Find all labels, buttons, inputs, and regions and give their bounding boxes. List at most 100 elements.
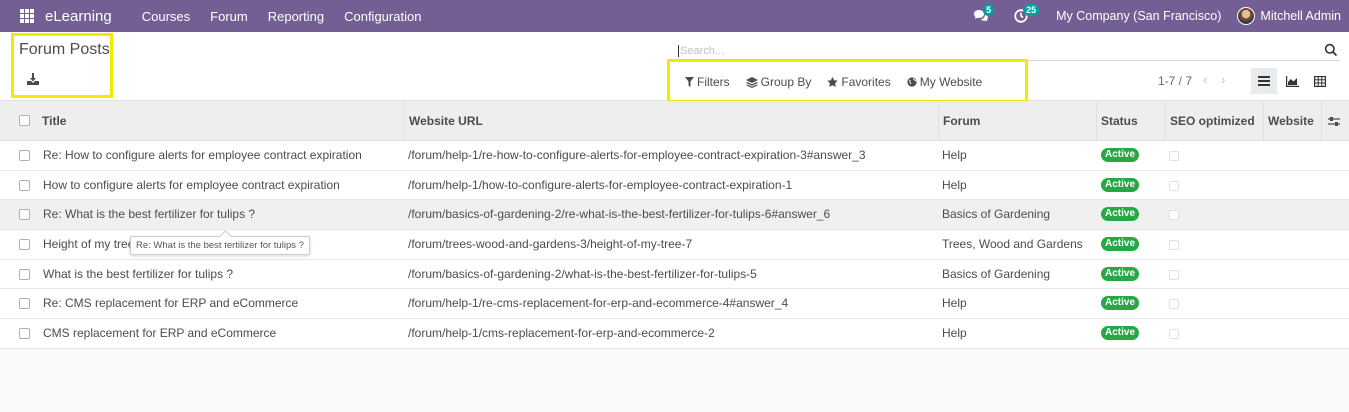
user-menu[interactable]: Mitchell Admin <box>1237 7 1341 25</box>
page-title: Forum Posts <box>19 41 110 58</box>
row-forum: Help <box>942 177 967 192</box>
row-forum: Help <box>942 296 967 311</box>
menu-forum[interactable]: Forum <box>210 9 248 24</box>
row-website-url: /forum/help-1/re-how-to-configure-alerts… <box>408 148 866 162</box>
table-row[interactable]: Re: How to configure alerts for employee… <box>0 141 1349 171</box>
status-badge: Active <box>1101 296 1140 311</box>
list-icon <box>1258 76 1270 86</box>
my-website-button[interactable]: My Website <box>907 75 982 89</box>
menu-reporting[interactable]: Reporting <box>268 9 324 24</box>
optional-columns-toggle[interactable] <box>1321 101 1349 141</box>
status-badge: Active <box>1101 326 1140 341</box>
status-badge: Active <box>1101 148 1140 162</box>
row-title: Re: How to configure alerts for employee… <box>43 148 362 162</box>
favorites-label: Favorites <box>841 75 891 89</box>
list-view-button[interactable] <box>1251 68 1277 94</box>
row-checkbox[interactable] <box>19 179 30 191</box>
row-website-url: /forum/basics-of-gardening-2/what-is-the… <box>408 266 757 281</box>
activities-button[interactable]: 25 <box>1006 0 1040 32</box>
row-forum: Help <box>942 148 967 162</box>
seo-optimized-checkbox <box>1169 210 1179 221</box>
row-checkbox[interactable] <box>19 298 30 310</box>
row-forum: Help <box>942 326 967 341</box>
star-icon <box>827 77 839 87</box>
row-checkbox[interactable] <box>19 239 30 251</box>
table-row[interactable]: How to configure alerts for employee con… <box>0 170 1349 201</box>
layers-icon <box>745 76 758 88</box>
graph-view-button[interactable] <box>1279 68 1305 94</box>
funnel-icon <box>685 77 694 87</box>
search-bar <box>678 41 1340 61</box>
seo-optimized-checkbox <box>1169 269 1179 280</box>
messages-button[interactable]: 5 <box>966 0 996 32</box>
seo-optimized-checkbox <box>1169 299 1179 310</box>
select-all-checkbox[interactable] <box>19 115 30 126</box>
pager-previous-icon[interactable]: ‹ <box>1203 72 1213 87</box>
search-options: Filters Group By Favorites My Website <box>685 74 998 90</box>
seo-optimized-checkbox <box>1169 151 1179 161</box>
status-badge: Active <box>1101 237 1140 252</box>
table-row[interactable]: What is the best fertilizer for tulips ?… <box>0 259 1349 290</box>
column-title[interactable]: Title <box>38 101 404 141</box>
area-chart-icon <box>1285 75 1299 87</box>
title-tooltip: Re: What is the best fertilizer for tuli… <box>130 236 310 255</box>
activities-badge: 25 <box>1023 4 1040 16</box>
seo-optimized-checkbox <box>1169 180 1179 191</box>
app-brand[interactable]: eLearning <box>45 8 112 25</box>
globe-icon <box>907 77 917 87</box>
row-checkbox[interactable] <box>19 328 30 340</box>
seo-optimized-checkbox <box>1169 240 1179 251</box>
column-forum[interactable]: Forum <box>938 101 1096 141</box>
row-title: What is the best fertilizer for tulips ? <box>43 266 234 281</box>
column-seo-optimized[interactable]: SEO optimized <box>1165 101 1263 141</box>
pager-next-icon[interactable]: › <box>1221 72 1231 87</box>
row-website-url: /forum/basics-of-gardening-2/re-what-is-… <box>408 207 831 222</box>
row-website-url: /forum/help-1/how-to-configure-alerts-fo… <box>408 177 793 192</box>
download-icon[interactable] <box>27 73 39 85</box>
row-checkbox[interactable] <box>19 209 30 221</box>
table-header: Title Website URL Forum Status SEO optim… <box>0 101 1349 141</box>
row-title: Re: CMS replacement for ERP and eCommerc… <box>43 296 299 311</box>
row-title: How to configure alerts for employee con… <box>43 177 340 192</box>
control-panel: Forum Posts Filters Group By Favorites M… <box>0 32 1349 101</box>
group-by-label: Group By <box>760 75 812 89</box>
row-checkbox[interactable] <box>19 268 30 280</box>
row-checkbox[interactable] <box>19 150 30 161</box>
row-forum: Basics of Gardening <box>942 266 1051 281</box>
my-website-label: My Website <box>919 75 983 89</box>
favorites-button[interactable]: Favorites <box>827 75 891 89</box>
apps-menu-icon[interactable] <box>20 9 34 23</box>
user-name: Mitchell Admin <box>1260 9 1341 23</box>
table-row[interactable]: CMS replacement for ERP and eCommerce/fo… <box>0 319 1349 349</box>
status-badge: Active <box>1101 177 1140 192</box>
column-website-url[interactable]: Website URL <box>404 101 938 141</box>
filters-label: Filters <box>697 75 730 89</box>
sliders-icon <box>1328 117 1340 126</box>
status-badge: Active <box>1101 207 1140 222</box>
messages-badge: 5 <box>983 4 995 16</box>
table-row[interactable]: Re: What is the best fertilizer for tuli… <box>0 200 1349 231</box>
column-website[interactable]: Website <box>1263 101 1321 141</box>
search-input[interactable] <box>678 44 1298 57</box>
row-forum: Trees, Wood and Gardens <box>942 237 1083 252</box>
top-navbar: eLearning Courses Forum Reporting Config… <box>0 0 1349 32</box>
filters-button[interactable]: Filters <box>685 75 730 89</box>
menu-configuration[interactable]: Configuration <box>344 9 421 24</box>
search-icon[interactable] <box>1324 43 1338 57</box>
list-view-table: Title Website URL Forum Status SEO optim… <box>0 101 1349 349</box>
table-row[interactable]: Re: CMS replacement for ERP and eCommerc… <box>0 289 1349 320</box>
menu-courses[interactable]: Courses <box>142 9 190 24</box>
row-title: Re: What is the best fertilizer for tuli… <box>43 207 256 222</box>
pager-value[interactable]: 1-7 / 7 <box>1158 74 1192 88</box>
group-by-button[interactable]: Group By <box>745 75 812 89</box>
row-forum: Basics of Gardening <box>942 207 1051 222</box>
row-website-url: /forum/help-1/cms-replacement-for-erp-an… <box>408 326 715 341</box>
status-badge: Active <box>1101 266 1140 281</box>
pivot-view-button[interactable] <box>1307 68 1333 94</box>
row-website-url: /forum/help-1/re-cms-replacement-for-erp… <box>408 296 789 311</box>
column-status[interactable]: Status <box>1096 101 1165 141</box>
seo-optimized-checkbox <box>1169 329 1179 340</box>
row-title: CMS replacement for ERP and eCommerce <box>43 326 277 341</box>
company-switcher[interactable]: My Company (San Francisco) <box>1056 9 1221 23</box>
avatar <box>1237 7 1256 25</box>
